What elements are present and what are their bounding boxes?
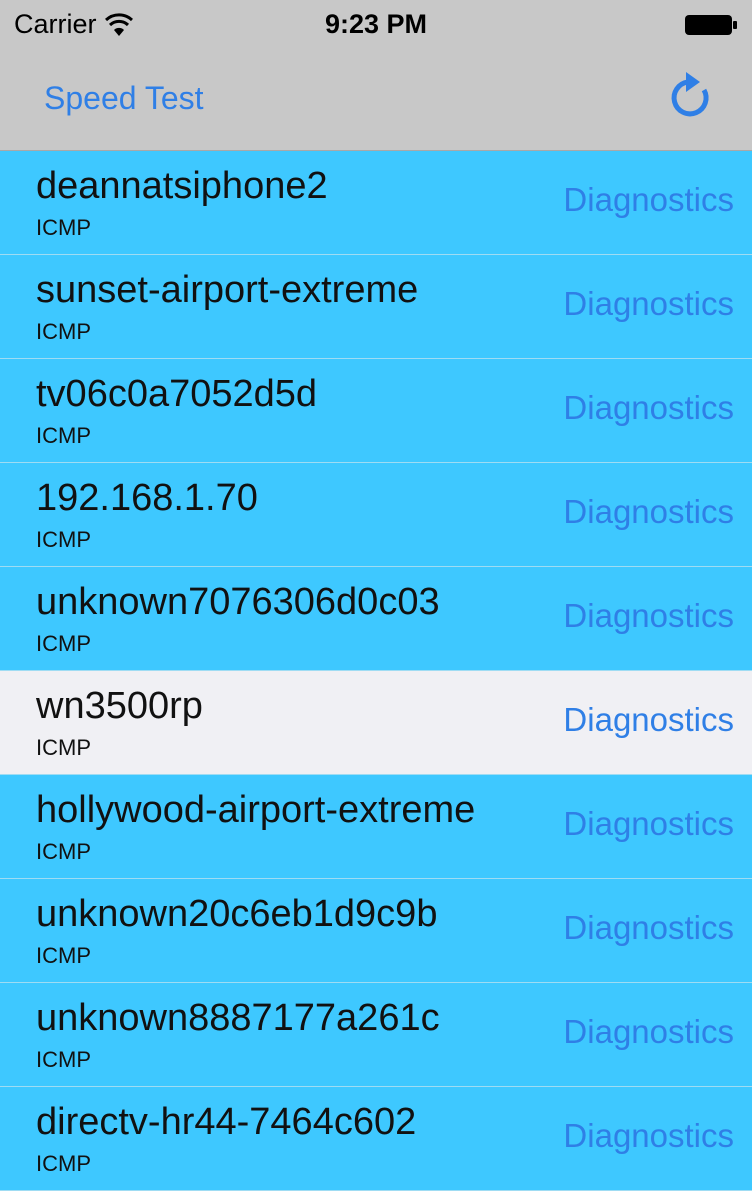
device-name: directv-hr44-7464c602	[36, 1101, 417, 1143]
device-list: deannatsiphone2 ICMP Diagnostics sunset-…	[0, 151, 752, 1191]
device-name: unknown7076306d0c03	[36, 581, 440, 623]
diagnostics-button[interactable]: Diagnostics	[563, 493, 734, 531]
diagnostics-button[interactable]: Diagnostics	[563, 805, 734, 843]
device-name: unknown8887177a261c	[36, 997, 440, 1039]
list-item[interactable]: unknown8887177a261c ICMP Diagnostics	[0, 983, 752, 1087]
list-item[interactable]: unknown20c6eb1d9c9b ICMP Diagnostics	[0, 879, 752, 983]
device-name: hollywood-airport-extreme	[36, 789, 476, 831]
diagnostics-button[interactable]: Diagnostics	[563, 1013, 734, 1051]
device-name: deannatsiphone2	[36, 165, 328, 207]
protocol-label: ICMP	[36, 319, 91, 344]
list-item[interactable]: deannatsiphone2 ICMP Diagnostics	[0, 151, 752, 255]
list-item-selected[interactable]: wn3500rp ICMP Diagnostics	[0, 671, 752, 775]
diagnostics-button[interactable]: Diagnostics	[563, 1117, 734, 1155]
navigation-bar: Speed Test	[0, 50, 752, 151]
diagnostics-button[interactable]: Diagnostics	[563, 285, 734, 323]
protocol-label: ICMP	[36, 423, 91, 448]
protocol-label: ICMP	[36, 1151, 91, 1176]
list-item[interactable]: unknown7076306d0c03 ICMP Diagnostics	[0, 567, 752, 671]
speed-test-button[interactable]: Speed Test	[44, 80, 204, 117]
diagnostics-button[interactable]: Diagnostics	[563, 701, 734, 739]
list-item[interactable]: directv-hr44-7464c602 ICMP Diagnostics	[0, 1087, 752, 1191]
protocol-label: ICMP	[36, 1047, 91, 1072]
list-item[interactable]: hollywood-airport-extreme ICMP Diagnosti…	[0, 775, 752, 879]
battery-icon	[685, 15, 737, 35]
protocol-label: ICMP	[36, 527, 91, 552]
refresh-icon[interactable]	[666, 70, 716, 126]
protocol-label: ICMP	[36, 631, 91, 656]
protocol-label: ICMP	[36, 839, 91, 864]
diagnostics-button[interactable]: Diagnostics	[563, 597, 734, 635]
status-time: 9:23 PM	[324, 9, 428, 39]
device-name: wn3500rp	[36, 685, 203, 727]
list-item[interactable]: sunset-airport-extreme ICMP Diagnostics	[0, 255, 752, 359]
protocol-label: ICMP	[36, 735, 91, 760]
protocol-label: ICMP	[36, 215, 91, 240]
diagnostics-button[interactable]: Diagnostics	[563, 389, 734, 427]
list-item[interactable]: tv06c0a7052d5d ICMP Diagnostics	[0, 359, 752, 463]
diagnostics-button[interactable]: Diagnostics	[563, 181, 734, 219]
list-item[interactable]: 192.168.1.70 ICMP Diagnostics	[0, 463, 752, 567]
diagnostics-button[interactable]: Diagnostics	[563, 909, 734, 947]
protocol-label: ICMP	[36, 943, 91, 968]
device-name: unknown20c6eb1d9c9b	[36, 893, 438, 935]
device-name: tv06c0a7052d5d	[36, 373, 318, 415]
device-name: 192.168.1.70	[36, 477, 258, 519]
device-name: sunset-airport-extreme	[36, 269, 419, 311]
status-bar: Carrier 9:23 PM	[0, 0, 752, 50]
